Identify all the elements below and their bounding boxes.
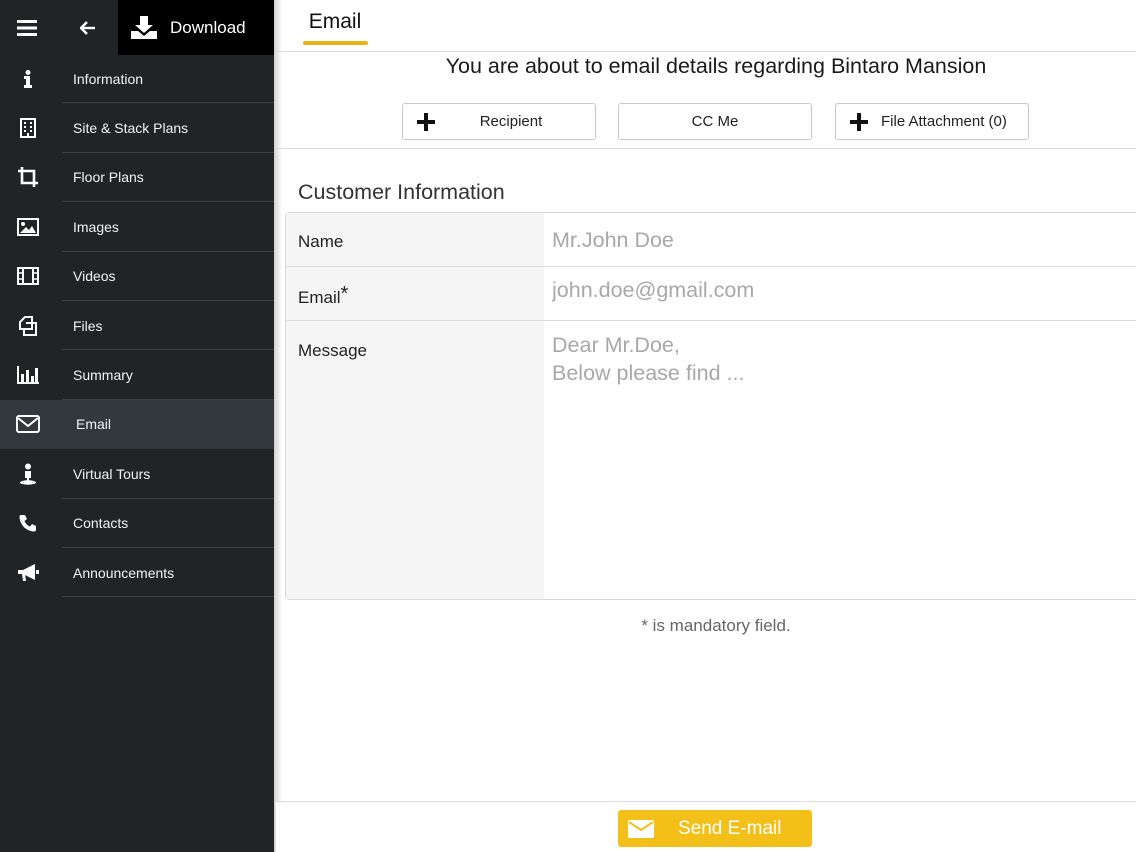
sidebar-item-virtual-tours[interactable]: Virtual Tours — [0, 449, 274, 499]
active-tab-indicator — [303, 41, 368, 45]
hamburger-icon — [17, 19, 37, 36]
cc-me-button[interactable]: CC Me — [618, 103, 812, 140]
section-title: Customer Information — [298, 180, 505, 204]
cc-me-label: CC Me — [691, 113, 739, 130]
mandatory-note: * is mandatory field. — [641, 616, 791, 635]
send-email-label: Send E-mail — [678, 818, 782, 839]
sidebar-item-information[interactable]: Information — [0, 54, 274, 104]
file-attachment-label: File Attachment (0) — [881, 113, 1007, 130]
files-icon — [0, 315, 56, 336]
phone-icon — [0, 514, 56, 532]
plus-icon — [417, 113, 435, 131]
sidebar-item-contacts[interactable]: Contacts — [0, 499, 274, 548]
customer-info-form: Name Email* Message — [285, 212, 1136, 600]
required-mark: * — [340, 283, 349, 305]
sidebar-item-label: Site & Stack Plans — [73, 120, 189, 137]
form-row-message: Message — [286, 321, 1136, 599]
menu-button[interactable] — [0, 0, 54, 55]
sidebar-item-announcements[interactable]: Announcements — [0, 548, 274, 598]
page-headline: You are about to email details regarding… — [445, 54, 987, 78]
tab-bar: Email — [276, 0, 1136, 52]
sidebar-item-email[interactable]: Email — [0, 399, 274, 450]
sidebar: Download Information Site & Stack Plans … — [0, 0, 274, 852]
divider — [276, 148, 1136, 149]
add-recipient-button[interactable]: Recipient — [402, 103, 596, 140]
megaphone-icon — [0, 563, 56, 583]
envelope-icon — [0, 415, 56, 434]
sidebar-item-label: Contacts — [73, 515, 129, 532]
sidebar-topbar: Download — [0, 0, 274, 55]
bar-chart-icon — [0, 366, 56, 385]
building-icon — [0, 118, 56, 139]
plus-icon — [850, 113, 868, 131]
sidebar-item-floor-plans[interactable]: Floor Plans — [0, 153, 274, 203]
sidebar-item-site-stack-plans[interactable]: Site & Stack Plans — [0, 103, 274, 153]
email-label: Email — [298, 288, 341, 307]
arrow-left-icon — [80, 20, 95, 35]
sidebar-item-summary[interactable]: Summary — [0, 350, 274, 400]
email-field[interactable] — [552, 278, 1132, 303]
info-icon — [0, 69, 56, 88]
sidebar-item-label: Floor Plans — [73, 169, 144, 186]
name-label: Name — [298, 232, 344, 251]
sidebar-item-label: Information — [73, 70, 144, 87]
label-column — [286, 321, 544, 599]
back-button[interactable] — [60, 0, 116, 55]
form-row-name: Name — [286, 213, 1136, 267]
main-panel: Email You are about to email details reg… — [276, 0, 1136, 852]
download-button[interactable]: Download — [118, 0, 274, 55]
download-icon — [131, 15, 157, 39]
sidebar-item-files[interactable]: Files — [0, 301, 274, 351]
film-icon — [0, 267, 56, 286]
message-field[interactable] — [552, 331, 1132, 591]
sidebar-item-images[interactable]: Images — [0, 202, 274, 252]
name-field[interactable] — [552, 225, 1132, 255]
divider — [62, 596, 274, 598]
sidebar-nav: Information Site & Stack Plans Floor Pla… — [0, 54, 274, 598]
sidebar-item-label: Email — [76, 416, 112, 433]
envelope-icon — [628, 820, 654, 838]
person-tour-icon — [0, 463, 56, 485]
download-label: Download — [170, 17, 246, 37]
file-attachment-button[interactable]: File Attachment (0) — [835, 103, 1029, 140]
sidebar-item-label: Videos — [73, 268, 116, 285]
bottom-bar: Send E-mail — [276, 801, 1136, 852]
sidebar-item-label: Announcements — [73, 564, 175, 581]
sidebar-item-label: Summary — [73, 367, 133, 384]
sidebar-item-label: Virtual Tours — [73, 465, 151, 482]
message-label: Message — [298, 341, 367, 360]
image-icon — [0, 217, 56, 236]
sidebar-item-label: Files — [73, 317, 103, 334]
send-email-button[interactable]: Send E-mail — [618, 810, 812, 847]
sidebar-item-label: Images — [73, 218, 119, 235]
email-label-wrap: Email* — [298, 283, 349, 309]
sidebar-item-videos[interactable]: Videos — [0, 252, 274, 301]
crop-icon — [0, 167, 56, 188]
